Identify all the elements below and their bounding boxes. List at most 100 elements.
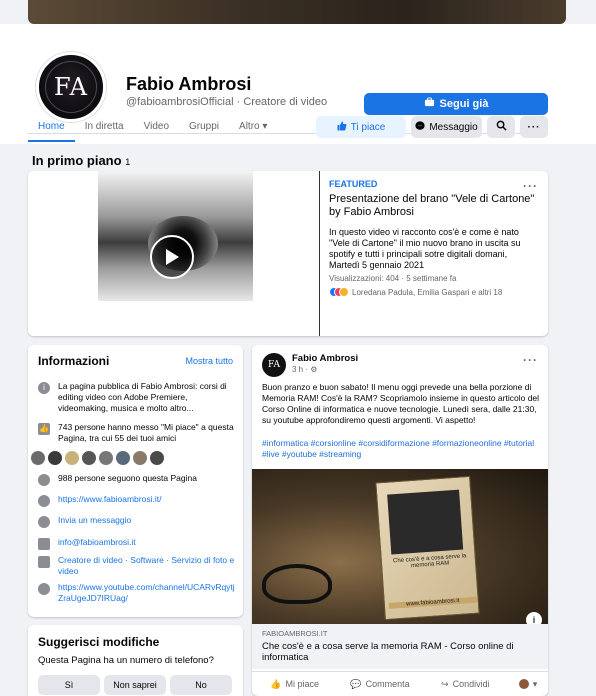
- youtube-link[interactable]: https://www.youtube.com/channel/UCARvRqy…: [58, 582, 238, 604]
- info-youtube[interactable]: https://www.youtube.com/channel/UCARvRqy…: [38, 582, 238, 604]
- search-button[interactable]: [487, 116, 515, 138]
- messenger-icon: [415, 120, 425, 134]
- page-subtitle: @fabioambrosiOfficial · Creatore di vide…: [126, 96, 328, 108]
- share-button[interactable]: ↪ Condividi: [423, 679, 508, 690]
- info-followers-text: 988 persone seguono questa Pagina: [58, 473, 197, 483]
- website-link[interactable]: https://www.fabioambrosi.it/: [58, 494, 161, 507]
- page-avatar[interactable]: FA: [36, 52, 106, 122]
- chevron-down-icon: ▾: [532, 678, 538, 689]
- link-preview[interactable]: FABIOAMBROSI.IT Che cos'è e a cosa serve…: [252, 624, 548, 669]
- info-likes: 👍 743 persone hanno messo "Mi piace" a q…: [38, 422, 238, 444]
- unsure-button[interactable]: Non saprei: [104, 675, 166, 695]
- care-reaction-icon: [339, 287, 349, 297]
- globe-icon: [38, 495, 50, 507]
- glasses-graphic: [262, 564, 332, 604]
- suggest-title: Suggerisci modifiche: [38, 635, 160, 649]
- featured-title[interactable]: Presentazione del brano "Vele di Cartone…: [329, 193, 539, 219]
- featured-options-icon[interactable]: ···: [523, 179, 538, 193]
- featured-section-title: In primo piano 1: [32, 153, 130, 168]
- post-author-avatar[interactable]: FA: [262, 353, 286, 377]
- info-about: i La pagina pubblica di Fabio Ambrosi: c…: [38, 381, 238, 414]
- info-email[interactable]: info@fabioambrosi.it: [38, 537, 238, 550]
- tab-more[interactable]: Altro ▾: [229, 114, 277, 142]
- show-all-link[interactable]: Mostra tutto: [185, 356, 233, 366]
- more-options-button[interactable]: ···: [520, 116, 548, 138]
- book-url: www.fabioambrosi.it: [388, 596, 477, 609]
- user-avatar-icon: [518, 679, 529, 689]
- post-avatar-initials: FA: [268, 360, 280, 370]
- globe-icon: [38, 583, 50, 595]
- message-button[interactable]: Messaggio: [411, 116, 482, 138]
- like-post-label: Mi piace: [285, 679, 320, 689]
- post-author[interactable]: Fabio Ambrosi: [292, 353, 358, 364]
- featured-label: FEATURED: [329, 179, 378, 189]
- send-message-link[interactable]: Invia un messaggio: [58, 515, 131, 528]
- like-page-button[interactable]: Ti piace: [316, 116, 406, 138]
- play-icon[interactable]: [150, 235, 194, 279]
- follow-label: Segui già: [439, 98, 489, 110]
- book-graphic: Che cos'è e a cosa serve la memoria RAM …: [375, 475, 480, 621]
- share-icon: ↪: [441, 678, 449, 689]
- friend-avatar[interactable]: [149, 450, 165, 466]
- post-as-selector[interactable]: ▾: [508, 679, 548, 690]
- post-text: Buon pranzo e buon sabato! Il menu oggi …: [262, 382, 540, 425]
- share-label: Condividi: [452, 679, 490, 689]
- friend-avatar[interactable]: [30, 450, 46, 466]
- message-label: Messaggio: [429, 121, 478, 133]
- tab-live[interactable]: In diretta: [75, 114, 134, 142]
- tag-icon: [38, 556, 50, 568]
- friend-avatar[interactable]: [132, 450, 148, 466]
- tab-groups[interactable]: Gruppi: [179, 114, 229, 142]
- avatar-initials: FA: [54, 73, 88, 101]
- tab-video[interactable]: Video: [134, 114, 179, 142]
- friend-avatar[interactable]: [64, 450, 80, 466]
- featured-separator: [319, 171, 320, 336]
- search-icon: [496, 120, 507, 134]
- featured-card: FEATURED Presentazione del brano "Vele d…: [28, 171, 548, 336]
- info-card: Informazioni Mostra tutto i La pagina pu…: [28, 345, 243, 617]
- info-title: Informazioni: [38, 354, 110, 368]
- featured-description: In questo video vi racconto cos'è e come…: [329, 227, 521, 270]
- email-link[interactable]: info@fabioambrosi.it: [58, 537, 136, 550]
- comment-button[interactable]: 💬 Commenta: [337, 679, 422, 690]
- friend-avatars: [30, 450, 165, 466]
- link-title: Che cos'è e a cosa serve la memoria RAM …: [262, 641, 514, 663]
- book-ram-image: [387, 489, 464, 555]
- post-image[interactable]: Che cos'è e a cosa serve la memoria RAM …: [252, 469, 548, 628]
- post-card: FA Fabio Ambrosi 3 h · ⚙ ··· Buon pranzo…: [252, 345, 548, 696]
- comment-icon: 💬: [350, 678, 362, 689]
- thumbs-up-icon: 👍: [38, 423, 50, 435]
- info-followers: 988 persone seguono questa Pagina: [38, 473, 238, 486]
- friend-avatar[interactable]: [115, 450, 131, 466]
- like-post-button[interactable]: 👍 Mi piace: [252, 679, 337, 690]
- post-hashtags[interactable]: #informatica #corsionline #corsidiformaz…: [262, 438, 540, 460]
- info-icon: i: [38, 382, 50, 394]
- thumbs-up-icon: [337, 121, 347, 134]
- tab-home[interactable]: Home: [28, 114, 75, 142]
- page-title: Fabio Ambrosi: [126, 74, 252, 94]
- post-actions: 👍 Mi piace 💬 Commenta ↪ Condividi ▾: [252, 671, 548, 696]
- suggest-edits-card: Suggerisci modifiche Questa Pagina ha un…: [28, 625, 243, 696]
- featured-video[interactable]: [28, 171, 253, 336]
- post-timestamp[interactable]: 3 h · ⚙: [292, 365, 317, 374]
- post-options-icon[interactable]: ···: [523, 353, 538, 367]
- thumbs-up-icon: 👍: [270, 678, 282, 689]
- cover-photo[interactable]: [28, 0, 566, 24]
- no-button[interactable]: No: [170, 675, 232, 695]
- info-about-text: La pagina pubblica di Fabio Ambrosi: cor…: [58, 381, 227, 413]
- info-send-message[interactable]: Invia un messaggio: [38, 515, 238, 528]
- featured-reactions[interactable]: Loredana Padula, Emilia Gaspari e altri …: [329, 287, 539, 297]
- friend-avatar[interactable]: [47, 450, 63, 466]
- link-domain: FABIOAMBROSI.IT: [262, 629, 328, 638]
- featured-section-label: In primo piano: [32, 153, 122, 168]
- featured-details: FEATURED Presentazione del brano "Vele d…: [329, 179, 539, 297]
- info-website[interactable]: https://www.fabioambrosi.it/: [38, 494, 238, 507]
- friend-avatar[interactable]: [98, 450, 114, 466]
- follow-button[interactable]: Segui già: [364, 93, 548, 115]
- yes-button[interactable]: Sì: [38, 675, 100, 695]
- featured-reactors: Loredana Padula, Emilia Gaspari e altri …: [352, 287, 503, 297]
- info-likes-text: 743 persone hanno messo "Mi piace" a que…: [58, 422, 234, 443]
- featured-meta: Visualizzazioni: 404 · 5 settimane fa: [329, 274, 457, 283]
- categories-link[interactable]: Creatore di video · Software · Servizio …: [58, 555, 238, 577]
- friend-avatar[interactable]: [81, 450, 97, 466]
